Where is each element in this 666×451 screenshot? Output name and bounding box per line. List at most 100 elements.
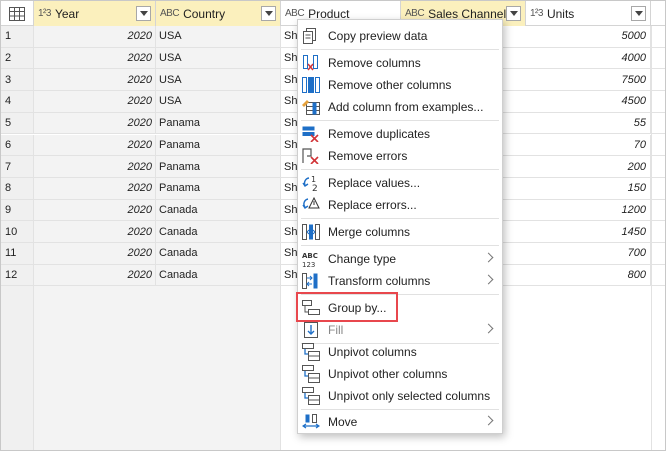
cell-country[interactable]: USA <box>156 69 281 91</box>
cell-units[interactable]: 4000 <box>526 47 651 69</box>
svg-text:123: 123 <box>302 261 315 268</box>
cell-country[interactable]: Canada <box>156 199 281 221</box>
column-header-year[interactable]: 1²3 Year <box>34 1 156 26</box>
column-header-units[interactable]: 1²3 Units <box>526 1 651 26</box>
cell-year[interactable]: 2020 <box>34 264 156 286</box>
copy-icon <box>301 27 321 45</box>
move-icon <box>301 413 321 431</box>
text-type-icon[interactable]: ABC <box>405 8 425 19</box>
menu-item-remove-columns[interactable]: Remove columns <box>298 52 502 74</box>
row-number[interactable]: 4 <box>1 91 34 112</box>
menu-item-add-column-from-examples[interactable]: Add column from examples... <box>298 96 502 118</box>
filter-dropdown-icon[interactable] <box>136 6 151 21</box>
cell-year[interactable]: 2020 <box>34 112 156 134</box>
cell-year[interactable]: 2020 <box>34 134 156 156</box>
column-header-country[interactable]: ABC Country <box>156 1 281 26</box>
row-number[interactable]: 7 <box>1 156 34 177</box>
cell-units[interactable]: 800 <box>526 264 651 286</box>
cell-country[interactable]: USA <box>156 47 281 69</box>
table-icon <box>9 6 25 21</box>
menu-item-unpivot-only-selected-columns[interactable]: Unpivot only selected columns <box>298 385 502 407</box>
cell-country[interactable]: Panama <box>156 177 281 199</box>
cell-year[interactable]: 2020 <box>34 69 156 91</box>
change-type-icon: ABC 123 <box>301 250 321 268</box>
menu-item-remove-other-columns[interactable]: Remove other columns <box>298 74 502 96</box>
menu-item-merge-columns[interactable]: Merge columns <box>298 221 502 243</box>
add-column-examples-icon <box>301 98 321 116</box>
row-number[interactable]: 1 <box>1 26 34 47</box>
query-editor-grid: 1²3 Year ABC Country ABC Product ABC Sal… <box>0 0 666 451</box>
cell-year[interactable]: 2020 <box>34 47 156 69</box>
cell-year[interactable]: 2020 <box>34 199 156 221</box>
filter-dropdown-icon[interactable] <box>631 6 646 21</box>
filter-dropdown-icon[interactable] <box>506 6 521 21</box>
svg-text:2: 2 <box>312 184 318 192</box>
cell-units[interactable]: 150 <box>526 177 651 199</box>
menu-separator <box>301 409 499 410</box>
cell-units[interactable]: 70 <box>526 134 651 156</box>
row-number[interactable]: 6 <box>1 134 34 156</box>
row-number[interactable]: 12 <box>1 264 34 286</box>
row-number[interactable]: 11 <box>1 243 34 264</box>
cell-country[interactable]: Canada <box>156 221 281 242</box>
cell-units[interactable]: 700 <box>526 243 651 264</box>
chevron-right-icon <box>483 274 494 285</box>
row-number[interactable]: 2 <box>1 47 34 69</box>
cell-country[interactable]: Panama <box>156 156 281 177</box>
cell-units[interactable]: 5000 <box>526 26 651 47</box>
cell-year[interactable]: 2020 <box>34 91 156 112</box>
menu-item-fill[interactable]: Fill <box>298 319 502 341</box>
chevron-right-icon <box>483 415 494 426</box>
menu-item-move[interactable]: Move <box>298 411 502 433</box>
filter-dropdown-icon[interactable] <box>261 6 276 21</box>
menu-item-replace-errors[interactable]: Replace errors... <box>298 194 502 216</box>
cell-units[interactable]: 1200 <box>526 199 651 221</box>
menu-separator <box>301 218 499 219</box>
cell-country[interactable]: USA <box>156 91 281 112</box>
cell-year[interactable]: 2020 <box>34 156 156 177</box>
menu-item-remove-errors[interactable]: Remove errors <box>298 145 502 167</box>
menu-item-transform-columns[interactable]: Transform columns <box>298 270 502 292</box>
cell-year[interactable]: 2020 <box>34 26 156 47</box>
cell-country[interactable]: Canada <box>156 243 281 264</box>
menu-separator <box>301 245 499 246</box>
cell-country[interactable]: Panama <box>156 112 281 134</box>
menu-item-unpivot-other-columns[interactable]: Unpivot other columns <box>298 363 502 385</box>
text-type-icon[interactable]: ABC <box>160 8 180 19</box>
menu-item-change-type[interactable]: ABC 123 Change type <box>298 248 502 270</box>
replace-errors-icon <box>301 196 321 214</box>
svg-text:1: 1 <box>311 175 316 184</box>
cell-units[interactable]: 7500 <box>526 69 651 91</box>
table-menu-button[interactable] <box>1 1 34 26</box>
row-number[interactable]: 3 <box>1 69 34 91</box>
cell-units[interactable]: 200 <box>526 156 651 177</box>
cell-units[interactable]: 55 <box>526 112 651 134</box>
row-number[interactable]: 9 <box>1 199 34 221</box>
column-name: Year <box>54 6 80 21</box>
column-context-menu: Copy preview data Remove columns Remove … <box>297 19 503 434</box>
column-name: Units <box>546 6 575 21</box>
cell-year[interactable]: 2020 <box>34 243 156 264</box>
menu-item-remove-duplicates[interactable]: Remove duplicates <box>298 123 502 145</box>
chevron-right-icon <box>483 323 494 334</box>
row-number-gutter <box>1 286 34 450</box>
text-type-icon[interactable]: ABC <box>285 8 305 19</box>
remove-errors-icon <box>301 147 321 165</box>
transform-columns-icon <box>301 272 321 290</box>
row-number[interactable]: 8 <box>1 177 34 199</box>
cell-country[interactable]: Panama <box>156 134 281 156</box>
row-number[interactable]: 10 <box>1 221 34 242</box>
row-number[interactable]: 5 <box>1 112 34 134</box>
menu-item-copy-preview-data[interactable]: Copy preview data <box>298 25 502 47</box>
cell-country[interactable]: Canada <box>156 264 281 286</box>
number-type-icon[interactable]: 1²3 <box>38 8 51 19</box>
number-type-icon[interactable]: 1²3 <box>530 8 543 19</box>
cell-year[interactable]: 2020 <box>34 221 156 242</box>
menu-item-replace-values[interactable]: 12 Replace values... <box>298 172 502 194</box>
cell-units[interactable]: 4500 <box>526 91 651 112</box>
cell-country[interactable]: USA <box>156 26 281 47</box>
cell-units[interactable]: 1450 <box>526 221 651 242</box>
unpivot-columns-icon <box>301 343 321 361</box>
menu-item-unpivot-columns[interactable]: Unpivot columns <box>298 341 502 363</box>
cell-year[interactable]: 2020 <box>34 177 156 199</box>
